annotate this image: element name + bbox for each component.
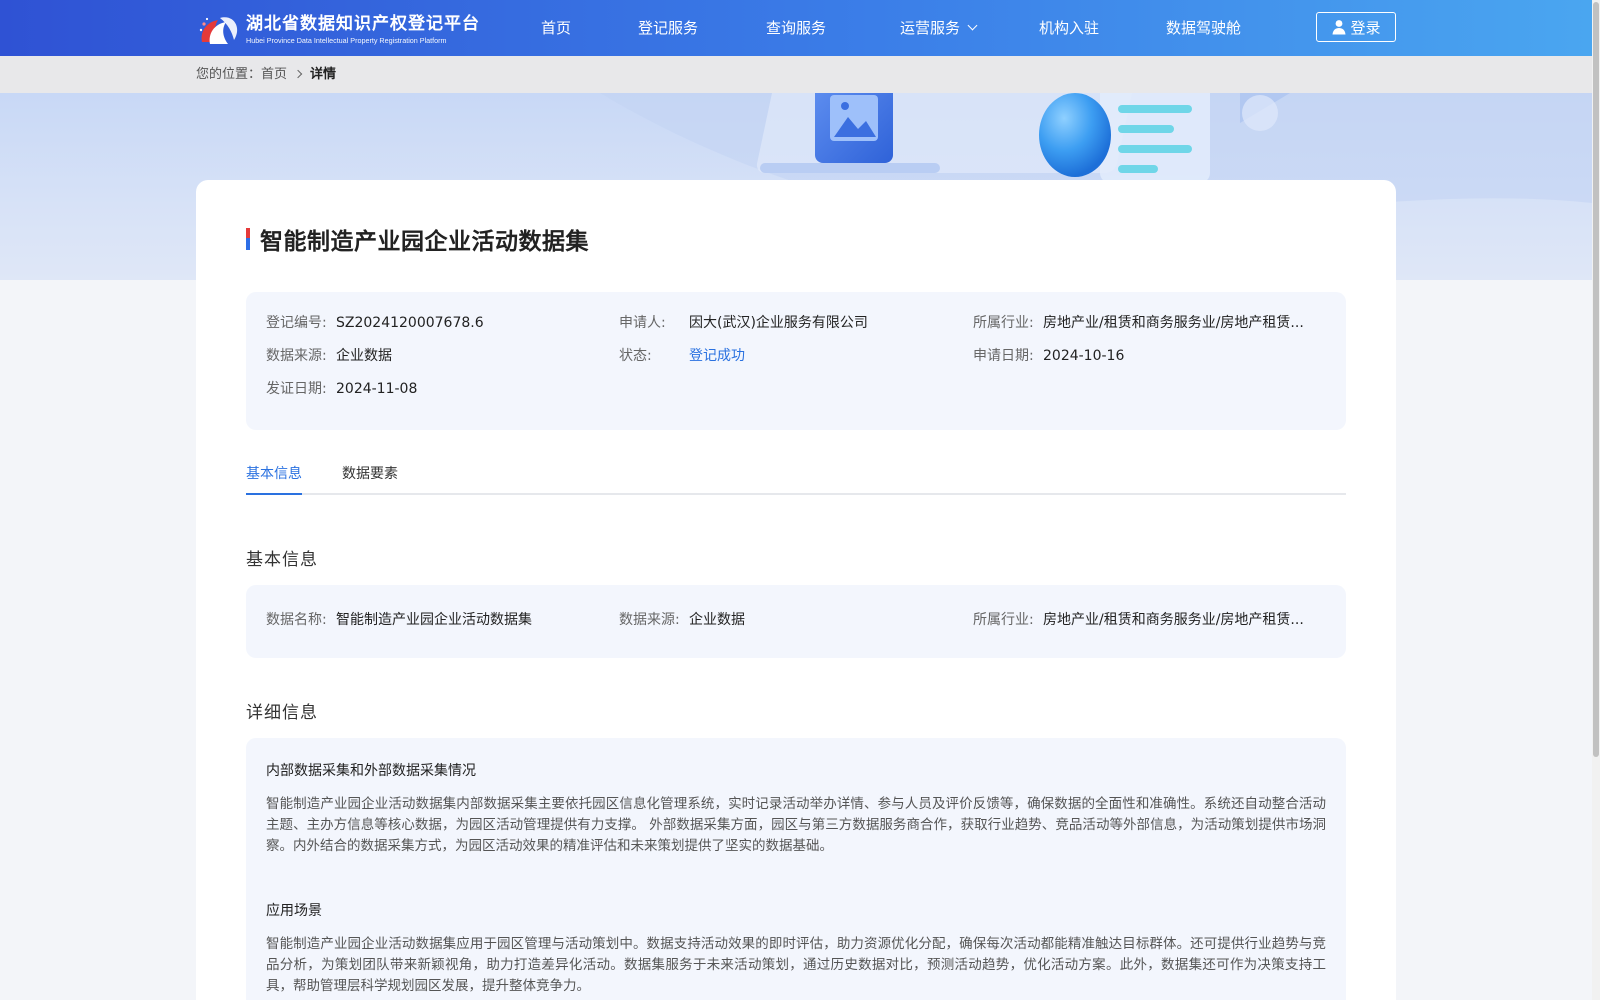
nav-operation-service[interactable]: 运营服务 bbox=[900, 0, 978, 56]
top-header: 湖北省数据知识产权登记平台 Hubei Province Data Intell… bbox=[0, 0, 1592, 56]
title-row: 智能制造产业园企业活动数据集 bbox=[246, 222, 589, 256]
source-value: 企业数据 bbox=[336, 348, 392, 364]
data-name-value: 智能制造产业园企业活动数据集 bbox=[336, 612, 532, 628]
logo-title-cn: 湖北省数据知识产权登记平台 bbox=[246, 13, 480, 34]
login-button[interactable]: 登录 bbox=[1316, 12, 1396, 42]
summary-box: 登记编号: SZ2024120007678.6 申请人: 因大(武汉)企业服务有限公… bbox=[246, 292, 1346, 430]
nav-register-service[interactable]: 登记服务 bbox=[638, 0, 698, 56]
nav-institution-join[interactable]: 机构入驻 bbox=[1039, 0, 1099, 56]
page-scrollbar[interactable] bbox=[1592, 0, 1600, 1000]
page-title: 智能制造产业园企业活动数据集 bbox=[260, 229, 589, 255]
apply-date-value: 2024-10-16 bbox=[1043, 348, 1125, 364]
basic-info-box: 数据名称: 智能制造产业园企业活动数据集 数据来源: 企业数据 所属行业: 房地产业/… bbox=[246, 585, 1346, 658]
source-label: 数据来源: bbox=[266, 348, 327, 364]
basic-industry-label: 所属行业: bbox=[973, 612, 1034, 628]
applicant-label: 申请人: bbox=[619, 315, 666, 331]
applicant-field: 申请人: 因大(武汉)企业服务有限公司 bbox=[619, 312, 868, 332]
detail-info-box: 内部数据采集和外部数据采集情况 智能制造产业园企业活动数据集内部数据采集主要依托… bbox=[246, 738, 1346, 1000]
industry-value: 房地产业/租赁和商务服务业/房地产租赁... bbox=[1043, 315, 1304, 331]
issue-date-value: 2024-11-08 bbox=[336, 381, 418, 397]
basic-source-value: 企业数据 bbox=[689, 612, 745, 628]
issue-date-label: 发证日期: bbox=[266, 381, 327, 397]
scene-subtitle: 应用场景 bbox=[266, 903, 322, 919]
image-icon bbox=[815, 93, 893, 163]
breadcrumb-prefix: 您的位置： bbox=[196, 67, 262, 82]
status-label: 状态: bbox=[619, 348, 652, 364]
detail-tabs: 基本信息 数据要素 bbox=[246, 460, 1346, 495]
detail-card: 智能制造产业园企业活动数据集 登记编号: SZ2024120007678.6 申请… bbox=[196, 180, 1396, 1000]
industry-field: 所属行业: 房地产业/租赁和商务服务业/房地产租赁... bbox=[973, 312, 1305, 332]
status-field: 状态: 登记成功 bbox=[619, 345, 745, 365]
collect-subtitle: 内部数据采集和外部数据采集情况 bbox=[266, 763, 476, 779]
reg-no-field: 登记编号: SZ2024120007678.6 bbox=[266, 312, 484, 332]
logo-title-en: Hubei Province Data Intellectual Propert… bbox=[246, 35, 447, 45]
nav-operation-label: 运营服务 bbox=[900, 19, 961, 37]
issue-date-field: 发证日期: 2024-11-08 bbox=[266, 378, 417, 398]
logo-emblem-icon bbox=[196, 12, 244, 48]
basic-source-field: 数据来源: 企业数据 bbox=[619, 609, 745, 629]
source-field: 数据来源: 企业数据 bbox=[266, 345, 392, 365]
breadcrumb-bar: 您的位置：首页 详情 bbox=[0, 56, 1592, 93]
data-name-field: 数据名称: 智能制造产业园企业活动数据集 bbox=[266, 609, 532, 629]
site-logo[interactable]: 湖北省数据知识产权登记平台 Hubei Province Data Intell… bbox=[196, 12, 498, 48]
data-name-label: 数据名称: bbox=[266, 612, 327, 628]
basic-industry-value: 房地产业/租赁和商务服务业/房地产租赁... bbox=[1043, 612, 1304, 628]
basic-source-label: 数据来源: bbox=[619, 612, 680, 628]
login-label: 登录 bbox=[1350, 18, 1381, 37]
scrollbar-thumb[interactable] bbox=[1593, 2, 1599, 757]
status-badge: 登记成功 bbox=[689, 348, 745, 364]
industry-label: 所属行业: bbox=[973, 315, 1034, 331]
chevron-right-icon bbox=[293, 69, 303, 79]
apply-date-label: 申请日期: bbox=[973, 348, 1034, 364]
basic-info-heading: 基本信息 bbox=[246, 550, 318, 570]
tab-data-elements[interactable]: 数据要素 bbox=[342, 460, 398, 495]
user-icon bbox=[1332, 20, 1346, 35]
reg-no-value: SZ2024120007678.6 bbox=[336, 315, 484, 331]
chevron-down-icon bbox=[967, 20, 978, 31]
breadcrumb-current: 详情 bbox=[310, 67, 337, 82]
apply-date-field: 申请日期: 2024-10-16 bbox=[973, 345, 1124, 365]
detail-info-heading: 详细信息 bbox=[246, 703, 318, 723]
nav-data-cockpit[interactable]: 数据驾驶舱 bbox=[1166, 0, 1241, 56]
basic-industry-field: 所属行业: 房地产业/租赁和商务服务业/房地产租赁... bbox=[973, 609, 1305, 629]
sphere-icon bbox=[1039, 93, 1111, 177]
collect-paragraph: 智能制造产业园企业活动数据集内部数据采集主要依托园区信息化管理系统，实时记录活动… bbox=[266, 796, 1326, 854]
breadcrumb-home-link[interactable]: 首页 bbox=[261, 67, 287, 82]
title-accent-bar bbox=[246, 228, 250, 250]
nav-query-service[interactable]: 查询服务 bbox=[766, 0, 826, 56]
breadcrumb: 您的位置：首页 详情 bbox=[196, 56, 336, 93]
tab-basic-info[interactable]: 基本信息 bbox=[246, 460, 302, 495]
applicant-value: 因大(武汉)企业服务有限公司 bbox=[689, 315, 868, 331]
document-icon bbox=[1100, 93, 1210, 183]
reg-no-label: 登记编号: bbox=[266, 315, 327, 331]
logo-text: 湖北省数据知识产权登记平台 Hubei Province Data Intell… bbox=[246, 13, 480, 45]
scene-paragraph: 智能制造产业园企业活动数据集应用于园区管理与活动策划中。数据支持活动效果的即时评… bbox=[266, 936, 1326, 994]
nav-home[interactable]: 首页 bbox=[541, 0, 571, 56]
